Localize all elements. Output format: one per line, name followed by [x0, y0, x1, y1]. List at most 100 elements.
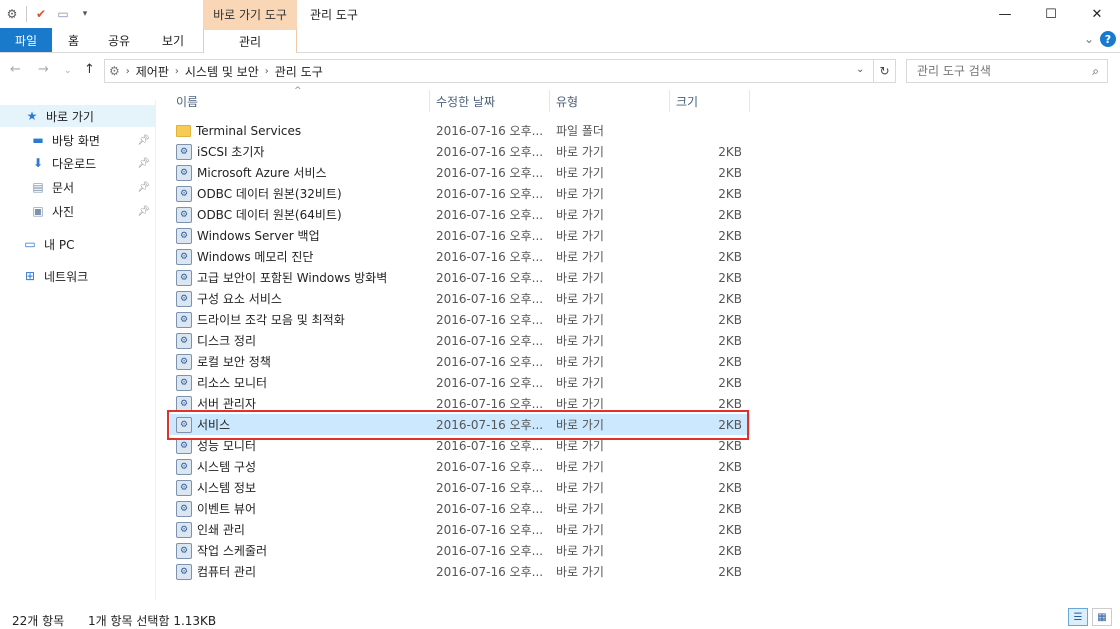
tab-view[interactable]: 보기	[162, 28, 184, 52]
search-box[interactable]: ⌕	[906, 59, 1108, 83]
table-row[interactable]: ⚙ ODBC 데이터 원본(32비트) 2016-07-16 오후... 바로 가기 2…	[170, 183, 750, 204]
file-type-cell: 바로 가기	[556, 208, 604, 222]
details-view-icon[interactable]: ☰	[1068, 608, 1088, 626]
tab-home[interactable]: 홈	[68, 28, 79, 52]
table-row[interactable]: ⚙ 시스템 정보 2016-07-16 오후... 바로 가기 2KB	[170, 477, 750, 498]
table-row[interactable]: Terminal Services 2016-07-16 오후... 파일 폴더	[170, 120, 750, 141]
maximize-button[interactable]: ☐	[1028, 0, 1074, 28]
table-row[interactable]: ⚙ 디스크 정리 2016-07-16 오후... 바로 가기 2KB	[170, 330, 750, 351]
computer-icon: ▭	[24, 237, 36, 251]
sidebar-item-network[interactable]: ⊞ 네트워크	[0, 265, 156, 287]
table-row[interactable]: ⚙ 시스템 구성 2016-07-16 오후... 바로 가기 2KB	[170, 456, 750, 477]
chevron-right-icon[interactable]: ›	[265, 66, 269, 77]
event-viewer-icon: ⚙	[176, 500, 192, 517]
navigation-pane: ★ 바로 가기 ▬ 바탕 화면 📌︎ ⬇ 다운로드 📌︎ ▤ 문서 📌︎ ▣ 사…	[0, 100, 156, 600]
large-icons-view-icon[interactable]: ▦	[1092, 608, 1112, 626]
sidebar-item-pictures[interactable]: ▣ 사진 📌︎	[0, 200, 156, 222]
ribbon-collapse-icon[interactable]: ⌄	[1084, 32, 1094, 46]
file-name-cell: ⚙ ODBC 데이터 원본(64비트)	[176, 204, 342, 225]
column-header-label: 수정한 날짜	[436, 94, 496, 109]
column-header-modified[interactable]: 수정한 날짜	[430, 88, 550, 114]
file-size-cell: 2KB	[718, 249, 742, 264]
table-row[interactable]: ⚙ 성능 모니터 2016-07-16 오후... 바로 가기 2KB	[170, 435, 750, 456]
table-row[interactable]: ⚙ 컴퓨터 관리 2016-07-16 오후... 바로 가기 2KB	[170, 561, 750, 582]
file-size-cell: 2KB	[718, 459, 742, 474]
folder-icon	[176, 124, 191, 137]
breadcrumb-system-security[interactable]: 시스템 및 보안	[185, 63, 259, 80]
sidebar-item-documents[interactable]: ▤ 문서 📌︎	[0, 176, 156, 198]
table-row[interactable]: ⚙ 로컬 보안 정책 2016-07-16 오후... 바로 가기 2KB	[170, 351, 750, 372]
table-row[interactable]: ⚙ 이벤트 뷰어 2016-07-16 오후... 바로 가기 2KB	[170, 498, 750, 519]
search-input[interactable]	[917, 64, 1077, 78]
file-name-label: 이벤트 뷰어	[197, 502, 257, 516]
table-row[interactable]: ⚙ 인쇄 관리 2016-07-16 오후... 바로 가기 2KB	[170, 519, 750, 540]
table-row[interactable]: ⚙ 서버 관리자 2016-07-16 오후... 바로 가기 2KB	[170, 393, 750, 414]
sidebar-item-this-pc[interactable]: ▭ 내 PC	[0, 233, 156, 255]
table-row[interactable]: ⚙ 고급 보안이 포함된 Windows 방화벽 2016-07-16 오후... 바…	[170, 267, 750, 288]
file-name-label: Windows Server 백업	[197, 229, 320, 243]
tab-share[interactable]: 공유	[108, 28, 130, 52]
address-dropdown-icon[interactable]: ⌄	[856, 64, 864, 75]
file-date-cell: 2016-07-16 오후...	[436, 292, 544, 306]
file-type-cell: 바로 가기	[556, 166, 604, 180]
iscsi-icon: ⚙	[176, 143, 192, 160]
sidebar-item-desktop[interactable]: ▬ 바탕 화면 📌︎	[0, 129, 156, 151]
document-icon: ▤	[32, 180, 44, 194]
pin-icon: 📌︎	[137, 157, 150, 169]
qat-dropdown-icon[interactable]: ▾	[77, 6, 93, 22]
title-bar: ⚙ ✔ ▭ ▾ 바로 가기 도구 관리 도구 — ☐ ✕	[0, 0, 1120, 29]
search-icon[interactable]: ⌕	[1092, 64, 1099, 79]
chevron-right-icon[interactable]: ›	[126, 66, 130, 77]
file-size-cell: 2KB	[718, 564, 742, 579]
sidebar-item-downloads[interactable]: ⬇ 다운로드 📌︎	[0, 152, 156, 174]
file-size-cell: 2KB	[718, 396, 742, 411]
recent-locations-icon[interactable]: ⌄	[64, 66, 72, 76]
table-row[interactable]: ⚙ 리소스 모니터 2016-07-16 오후... 바로 가기 2KB	[170, 372, 750, 393]
table-row[interactable]: ⚙ iSCSI 초기자 2016-07-16 오후... 바로 가기 2KB	[170, 141, 750, 162]
new-folder-icon[interactable]: ▭	[55, 6, 71, 22]
table-row[interactable]: ⚙ ODBC 데이터 원본(64비트) 2016-07-16 오후... 바로 가기 2…	[170, 204, 750, 225]
table-row[interactable]: ⚙ 드라이브 조각 모음 및 최적화 2016-07-16 오후... 바로 가기 2K…	[170, 309, 750, 330]
sidebar-item-label: 사진	[52, 204, 75, 219]
file-date-cell: 2016-07-16 오후...	[436, 418, 544, 432]
table-row[interactable]: ⚙ 서비스 2016-07-16 오후... 바로 가기 2KB	[170, 414, 750, 435]
up-arrow-icon[interactable]: ↑	[84, 62, 95, 77]
table-row[interactable]: ⚙ Windows Server 백업 2016-07-16 오후... 바로 가기 2…	[170, 225, 750, 246]
address-bar[interactable]: ⚙ › 제어판 › 시스템 및 보안 › 관리 도구	[104, 59, 874, 83]
breadcrumb-control-panel[interactable]: 제어판	[136, 63, 169, 80]
file-date-cell: 2016-07-16 오후...	[436, 439, 544, 453]
file-name-cell: Terminal Services	[176, 120, 301, 141]
forward-arrow-icon[interactable]: →	[38, 62, 49, 77]
file-list: ^ 이름 수정한 날짜 유형 크기 Terminal Services 2016-…	[170, 86, 770, 588]
file-name-label: Terminal Services	[196, 123, 302, 138]
file-name-cell: ⚙ 드라이브 조각 모음 및 최적화	[176, 309, 345, 330]
file-name-cell: ⚙ Microsoft Azure 서비스	[176, 162, 327, 183]
column-header-name[interactable]: 이름	[170, 88, 430, 114]
column-header-size[interactable]: 크기	[670, 88, 750, 114]
sidebar-item-quick-access[interactable]: ★ 바로 가기	[0, 105, 156, 127]
properties-check-icon[interactable]: ✔	[33, 6, 49, 22]
file-date-cell: 2016-07-16 오후...	[436, 166, 544, 180]
refresh-button[interactable]: ↻	[874, 59, 896, 83]
refresh-icon: ↻	[879, 64, 890, 78]
table-row[interactable]: ⚙ 작업 스케줄러 2016-07-16 오후... 바로 가기 2KB	[170, 540, 750, 561]
file-type-cell: 바로 가기	[556, 376, 604, 390]
breadcrumb-admin-tools[interactable]: 관리 도구	[275, 63, 323, 80]
odbc-icon: ⚙	[176, 185, 192, 202]
table-row[interactable]: ⚙ Microsoft Azure 서비스 2016-07-16 오후... 바로 가…	[170, 162, 750, 183]
file-date-cell: 2016-07-16 오후...	[436, 271, 544, 285]
file-size-cell: 2KB	[718, 333, 742, 348]
minimize-button[interactable]: —	[982, 0, 1028, 28]
close-button[interactable]: ✕	[1074, 0, 1120, 28]
folder-properties-icon[interactable]: ⚙	[4, 6, 20, 22]
table-row[interactable]: ⚙ 구성 요소 서비스 2016-07-16 오후... 바로 가기 2KB	[170, 288, 750, 309]
help-button[interactable]: ?	[1100, 31, 1116, 47]
tab-file[interactable]: 파일	[0, 28, 52, 52]
sidebar-item-label: 바로 가기	[46, 109, 94, 124]
column-header-type[interactable]: 유형	[550, 88, 670, 114]
tab-manage[interactable]: 관리	[203, 28, 297, 53]
print-icon: ⚙	[176, 521, 192, 538]
back-arrow-icon[interactable]: ←	[10, 62, 21, 77]
chevron-right-icon[interactable]: ›	[175, 66, 179, 77]
table-row[interactable]: ⚙ Windows 메모리 진단 2016-07-16 오후... 바로 가기 2KB	[170, 246, 750, 267]
